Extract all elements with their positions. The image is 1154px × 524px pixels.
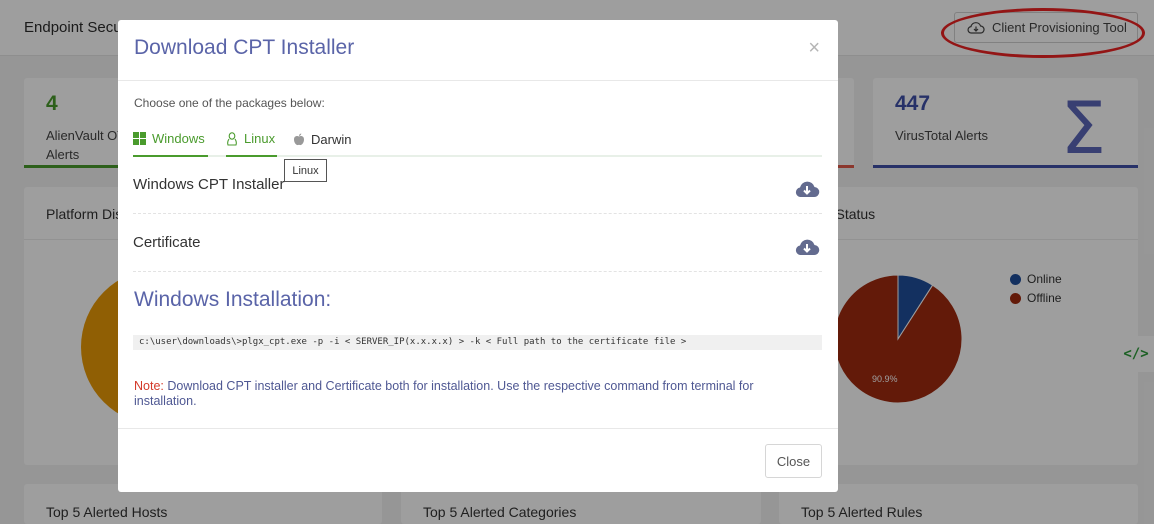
cloud-download-icon[interactable]	[794, 237, 820, 257]
cloud-download-icon[interactable]	[794, 179, 820, 199]
package-tabs: Windows Linux Darwin	[133, 124, 822, 157]
tab-label: Windows	[152, 131, 205, 146]
download-label: Certificate	[133, 234, 201, 251]
linux-icon	[227, 131, 237, 146]
tab-label: Linux	[244, 131, 276, 146]
install-command: c:\user\downloads\>plgx_cpt.exe -p -i < …	[133, 335, 822, 350]
windows-icon	[133, 132, 146, 145]
close-button[interactable]: Close	[765, 444, 822, 478]
divider	[118, 428, 838, 429]
modal-title: Download CPT Installer	[134, 36, 355, 59]
tab-windows[interactable]: Windows	[133, 124, 208, 157]
tab-label: Darwin	[311, 132, 352, 147]
installation-heading: Windows Installation:	[134, 288, 332, 311]
divider	[118, 80, 838, 81]
download-row-installer: Windows CPT Installer	[133, 156, 822, 214]
install-note: Note: Download CPT installer and Certifi…	[134, 379, 804, 409]
note-label: Note:	[134, 379, 164, 393]
tab-linux[interactable]: Linux	[226, 124, 277, 157]
close-icon[interactable]: ×	[808, 38, 820, 58]
download-row-certificate: Certificate	[133, 214, 822, 272]
note-text: Download CPT installer and Certificate b…	[134, 379, 754, 408]
apple-icon	[294, 133, 304, 146]
package-prompt: Choose one of the packages below:	[134, 96, 325, 110]
download-label: Windows CPT Installer	[133, 176, 285, 193]
tab-darwin[interactable]: Darwin	[293, 124, 363, 157]
download-cpt-modal: Download CPT Installer × Choose one of t…	[118, 20, 838, 492]
